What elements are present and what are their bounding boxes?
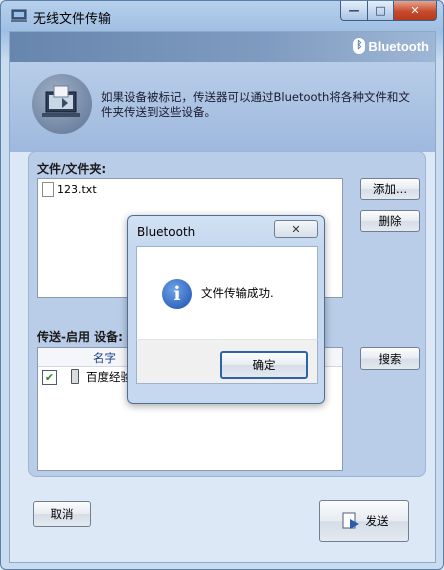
column-name-header[interactable]: 名字: [93, 350, 116, 366]
add-file-button[interactable]: 添加...: [360, 178, 420, 200]
dialog-close-button[interactable]: ✕: [274, 220, 318, 238]
delete-file-button[interactable]: 删除: [360, 210, 420, 232]
maximize-button[interactable]: □: [368, 1, 394, 21]
dialog-body: i 文件传输成功.: [136, 246, 318, 341]
brand-banner: ᛒ Bluetooth: [10, 32, 435, 62]
bluetooth-brand-text: Bluetooth: [368, 38, 429, 54]
bluetooth-icon: ᛒ: [353, 38, 366, 54]
window-controls: — □ ✕: [340, 1, 437, 21]
send-button[interactable]: 发送: [319, 500, 409, 542]
search-devices-button[interactable]: 搜索: [360, 347, 420, 370]
bluetooth-logo: ᛒ Bluetooth: [353, 38, 429, 54]
header-description: 如果设备被标记，传送器可以通过Bluetooth将各种文件和文件夹传送到这些设备…: [101, 90, 410, 119]
cancel-button[interactable]: 取消: [33, 501, 91, 527]
text-file-icon: [42, 182, 54, 197]
transfer-graphic-icon: [42, 85, 80, 117]
devices-label: 传送-启用 设备:: [37, 330, 123, 344]
list-item[interactable]: 123.txt: [42, 182, 97, 197]
header-panel: 如果设备被标记，传送器可以通过Bluetooth将各种文件和文件夹传送到这些设备…: [10, 62, 435, 152]
close-button[interactable]: ✕: [394, 1, 437, 21]
title-bar: 无线文件传输 — □ ✕: [1, 1, 443, 31]
file-transfer-icon: [32, 74, 92, 134]
window-title: 无线文件传输: [33, 12, 112, 27]
device-name: 百度经验: [86, 370, 132, 384]
ok-button[interactable]: 确定: [220, 351, 308, 379]
phone-icon: [71, 369, 79, 384]
send-icon: [342, 512, 359, 529]
minimize-button[interactable]: —: [340, 1, 368, 21]
dialog-footer: 确定: [136, 339, 318, 384]
dialog-message: 文件传输成功.: [201, 286, 274, 300]
app-icon: [11, 9, 27, 22]
info-icon: i: [162, 279, 192, 309]
file-name: 123.txt: [57, 183, 97, 196]
device-checkbox[interactable]: ✔: [42, 370, 57, 385]
dialog-title: Bluetooth: [137, 225, 196, 239]
files-label: 文件/文件夹:: [37, 162, 107, 176]
send-label: 发送: [365, 514, 389, 528]
success-dialog: Bluetooth ✕ i 文件传输成功. 确定: [127, 215, 325, 404]
